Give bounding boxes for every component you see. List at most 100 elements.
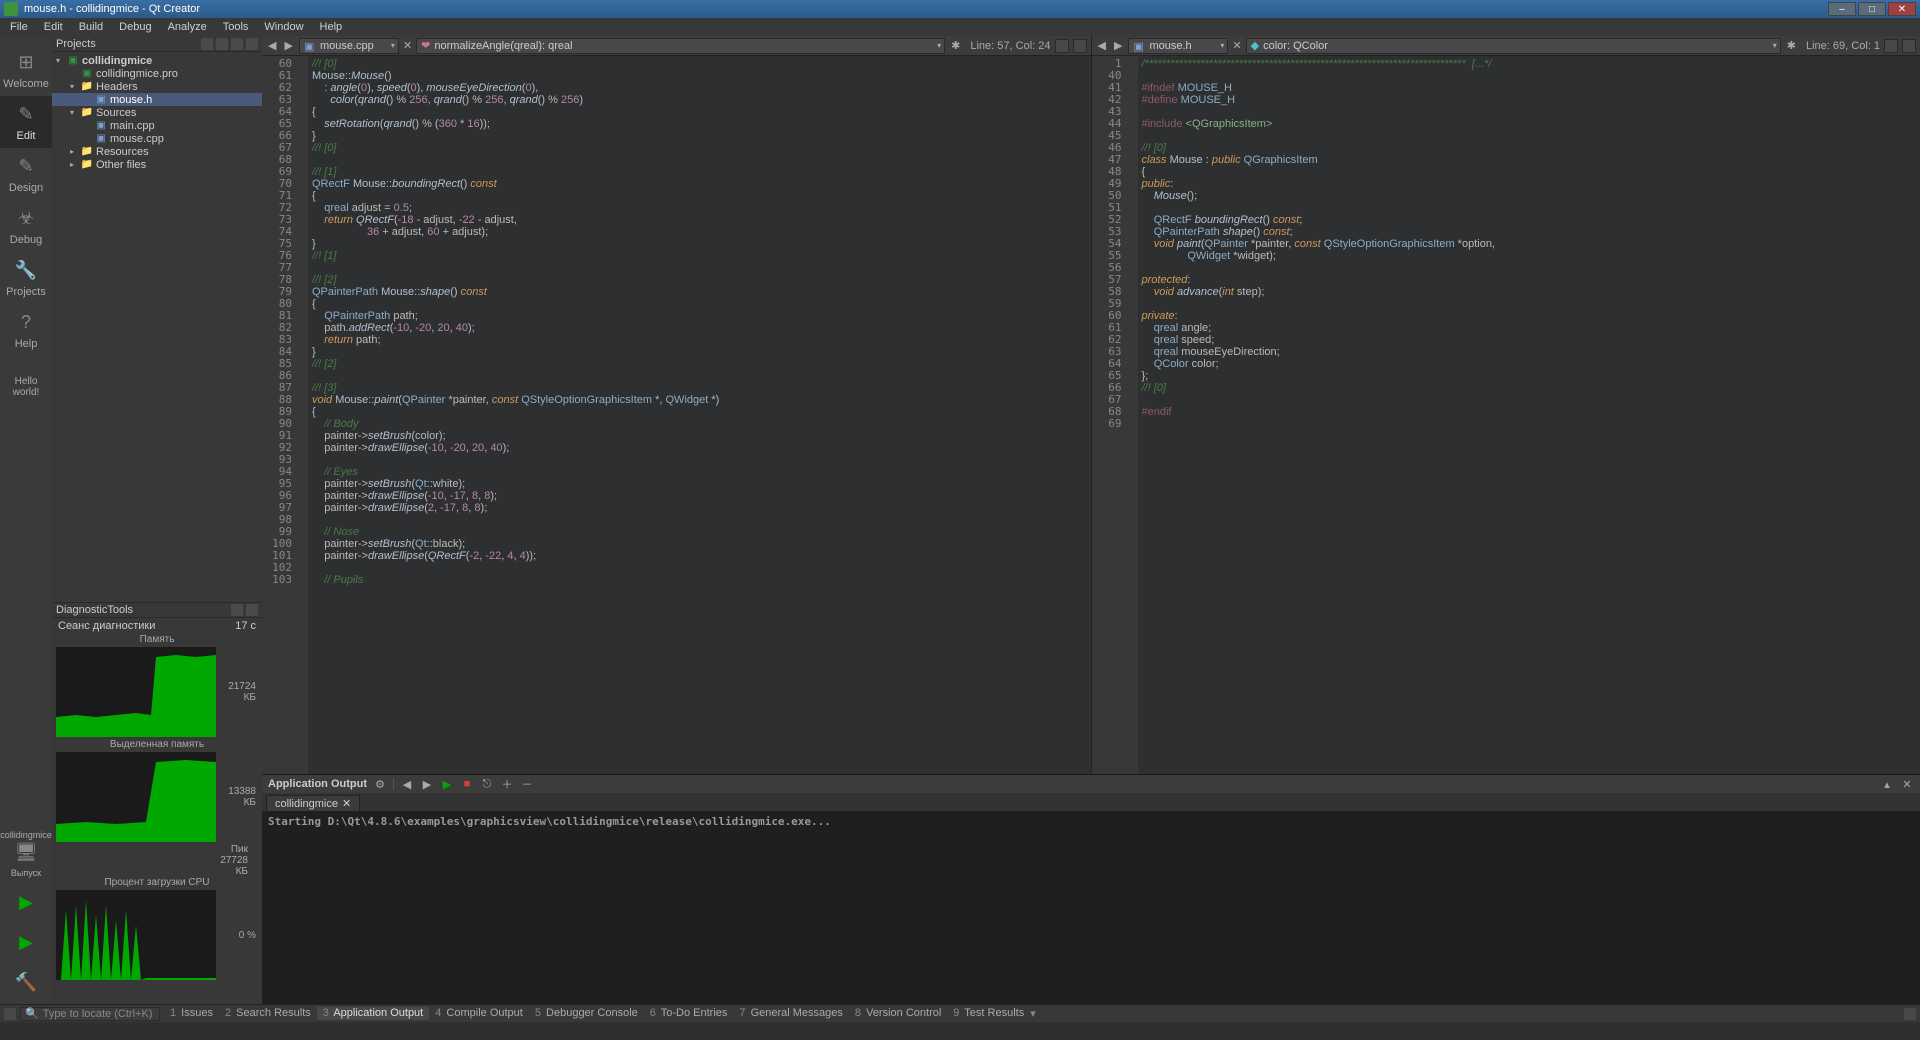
output-text[interactable]: Starting D:\Qt\4.8.6\examples\graphicsvi… (262, 811, 1920, 1004)
diagnostic-panel: DiagnosticTools Сеанс диагностики 17 с П… (52, 602, 262, 1004)
tree-item[interactable]: ▣collidingmice.pro (52, 67, 262, 80)
hfile-icon: ▣ (94, 94, 108, 106)
status-tab-6[interactable]: 6 To-Do Entries (644, 1007, 734, 1020)
status-tab-1[interactable]: 1 Issues (164, 1007, 219, 1020)
close-output-button[interactable]: ✕ (1900, 777, 1914, 791)
tree-item[interactable]: ▣main.cpp (52, 119, 262, 132)
maximize-button[interactable]: □ (1858, 2, 1886, 16)
mode-welcome[interactable]: ⊞Welcome (0, 44, 52, 96)
projects-header: Projects (52, 36, 262, 52)
toggle-sidebar-button[interactable] (4, 1008, 16, 1020)
output-tab[interactable]: collidingmice✕ (266, 795, 360, 811)
stop-button[interactable]: ■ (460, 777, 474, 791)
forward-button-r[interactable]: ▶ (1112, 39, 1124, 52)
editor-left: ◀ ▶ ▣mouse.cpp ✕ ❤normalizeAngle(qreal):… (262, 36, 1091, 774)
h-icon: ▣ (1133, 40, 1145, 52)
cfile-icon: ▣ (94, 120, 108, 132)
monitor-icon: 🖥 (14, 840, 38, 864)
symbol-combo[interactable]: ❤normalizeAngle(qreal): qreal (416, 38, 945, 54)
close-panel-button[interactable] (246, 38, 258, 50)
tree-item[interactable]: ▾📁Sources (52, 106, 262, 119)
tree-item[interactable]: ▾📁Headers (52, 80, 262, 93)
back-button[interactable]: ◀ (266, 39, 278, 52)
close-tab-icon[interactable]: ✕ (342, 797, 351, 810)
mode-edit[interactable]: ✎Edit (0, 96, 52, 148)
status-chevron-icon[interactable]: ▾ (1030, 1007, 1036, 1020)
mode-projects[interactable]: 🔧Projects (0, 252, 52, 304)
tree-item[interactable]: ▸📁Resources (52, 145, 262, 158)
menubar: FileEditBuildDebug AnalyzeToolsWindow Help (0, 18, 1920, 36)
split-h-button-r[interactable] (1884, 39, 1898, 53)
project-tree[interactable]: ▾▣collidingmice▣collidingmice.pro▾📁Heade… (52, 52, 262, 602)
status-tab-5[interactable]: 5 Debugger Console (529, 1007, 644, 1020)
play-icon: ▶ (14, 890, 38, 914)
code-area-right[interactable]: 1 40 41 42 43 44 45 46 47 48 49 50 51 52… (1092, 56, 1920, 774)
menu-edit[interactable]: Edit (38, 19, 69, 35)
add-button[interactable]: ＋ (500, 777, 514, 791)
build-button[interactable]: 🔨 (0, 964, 52, 1004)
file-combo-r[interactable]: ▣mouse.h (1128, 38, 1228, 54)
status-tab-2[interactable]: 2 Search Results (219, 1007, 317, 1020)
symbol-combo-r[interactable]: ◆color: QColor (1246, 38, 1781, 54)
code-area-left[interactable]: 60 61 62 63 64 65 66 67 68 69 70 71 72 7… (262, 56, 1091, 774)
tree-item[interactable]: ▾▣collidingmice (52, 54, 262, 67)
mode-help[interactable]: ?Help (0, 304, 52, 356)
cpp-icon: ▣ (304, 40, 316, 52)
member-icon: ◆ (1251, 39, 1259, 52)
progress-button[interactable] (1904, 1008, 1916, 1020)
status-tab-4[interactable]: 4 Compile Output (429, 1007, 529, 1020)
close-file-button-r[interactable]: ✕ (1232, 39, 1241, 52)
filter-button[interactable] (201, 38, 213, 50)
attach-button[interactable]: ⎋ (480, 777, 494, 791)
filter-icon[interactable]: ⚙ (373, 777, 387, 791)
mode-design[interactable]: ✎Design (0, 148, 52, 200)
menu-help[interactable]: Help (314, 19, 349, 35)
forward-button[interactable]: ▶ (282, 39, 294, 52)
rerun-button[interactable]: ▶ (440, 777, 454, 791)
folder-icon: 📁 (80, 159, 94, 171)
window-title: mouse.h - collidingmice - Qt Creator (24, 3, 200, 15)
menu-build[interactable]: Build (73, 19, 109, 35)
tree-item[interactable]: ▣mouse.cpp (52, 132, 262, 145)
close-button[interactable]: ✕ (1888, 2, 1916, 16)
menu-file[interactable]: File (4, 19, 34, 35)
menu-tools[interactable]: Tools (217, 19, 255, 35)
mode-debug[interactable]: ☣Debug (0, 200, 52, 252)
tree-item[interactable]: ▸📁Other files (52, 158, 262, 171)
split-v-button[interactable] (1073, 39, 1087, 53)
sync-button[interactable] (216, 38, 228, 50)
next-button[interactable]: ▶ (420, 777, 434, 791)
file-combo[interactable]: ▣mouse.cpp (299, 38, 399, 54)
status-tab-7[interactable]: 7 General Messages (733, 1007, 849, 1020)
menu-debug[interactable]: Debug (113, 19, 157, 35)
diag-split-button[interactable] (231, 604, 243, 616)
tree-item[interactable]: ▣mouse.h (52, 93, 262, 106)
status-tab-9[interactable]: 9 Test Results (947, 1007, 1030, 1020)
minimize-button[interactable]: – (1828, 2, 1856, 16)
search-icon: 🔍 (25, 1007, 39, 1020)
status-tab-3[interactable]: 3 Application Output (317, 1007, 429, 1020)
memory-graph (56, 647, 216, 737)
remove-button[interactable]: － (520, 777, 534, 791)
allocated-graph (56, 752, 216, 842)
maximize-output-button[interactable]: ▴ (1880, 777, 1894, 791)
status-tab-8[interactable]: 8 Version Control (849, 1007, 947, 1020)
diag-close-button[interactable] (246, 604, 258, 616)
side-panel: Projects ▾▣collidingmice▣collidingmice.p… (52, 36, 262, 1004)
prev-button[interactable]: ◀ (400, 777, 414, 791)
split-button[interactable] (231, 38, 243, 50)
split-v-button-r[interactable] (1902, 39, 1916, 53)
run-button[interactable]: ▶ (0, 884, 52, 924)
menu-analyze[interactable]: Analyze (162, 19, 213, 35)
line-col-label[interactable]: Line: 57, Col: 24 (970, 40, 1050, 52)
line-col-label-r[interactable]: Line: 69, Col: 1 (1806, 40, 1880, 52)
locator-input[interactable]: 🔍 Type to locate (Ctrl+K) (20, 1007, 160, 1021)
back-button-r[interactable]: ◀ (1096, 39, 1108, 52)
target-selector[interactable]: collidingmice 🖥 Выпуск (0, 824, 52, 884)
debug-run-button[interactable]: ▶ (0, 924, 52, 964)
close-file-button[interactable]: ✕ (403, 39, 412, 52)
menu-window[interactable]: Window (258, 19, 309, 35)
folder-icon: 📁 (80, 146, 94, 158)
cfile-icon: ▣ (94, 133, 108, 145)
split-h-button[interactable] (1055, 39, 1069, 53)
